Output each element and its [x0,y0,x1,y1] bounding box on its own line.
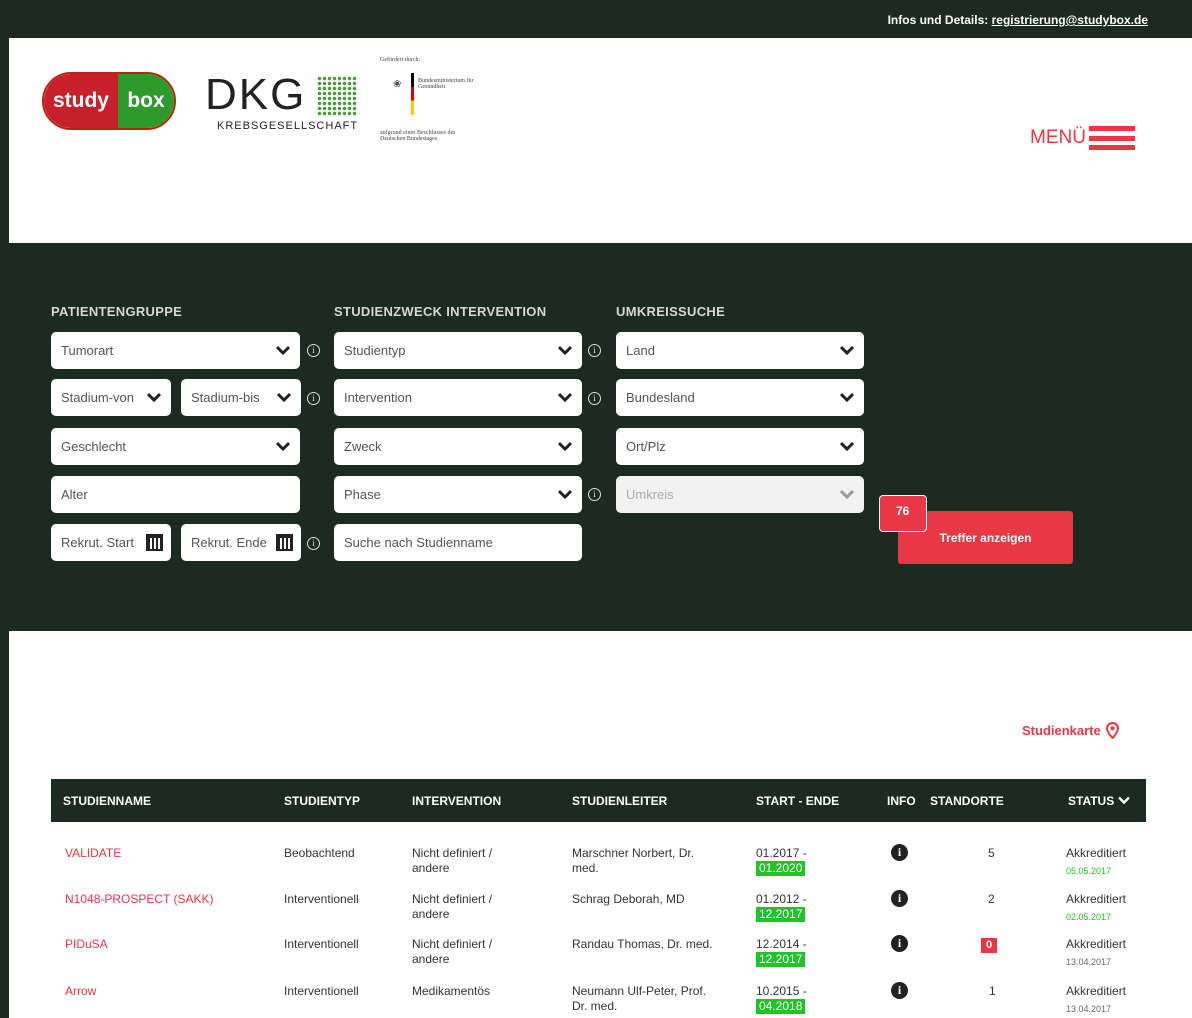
umkreis-select[interactable]: Umkreis [616,476,864,513]
land-select[interactable]: Land [616,332,864,369]
info-icon[interactable]: i [307,537,320,550]
calendar-icon[interactable] [276,534,293,551]
study-name-link[interactable]: N1048-PROSPECT (SAKK) [65,892,214,907]
dkg-dots-icon [317,76,357,116]
table-row: VALIDATE Beobachtend Nicht definiert / an… [65,844,1127,876]
info-icon[interactable]: i [307,392,320,405]
chevron-down-icon [276,345,290,356]
col-header-name[interactable]: STUDIENNAME [63,794,151,808]
header [9,38,1192,243]
studybox-logo[interactable]: study box [42,72,176,130]
zweck-select[interactable]: Zweck [334,428,582,465]
col-header-leiter[interactable]: STUDIENLEITER [572,794,667,808]
col-header-typ[interactable]: STUDIENTYP [284,794,360,808]
menu-button[interactable]: MENÜ [1030,126,1135,150]
col-header-status[interactable]: STATUS [1068,794,1130,808]
info-icon[interactable]: i [588,488,601,501]
ort-plz-select[interactable]: Ort/Plz [616,428,864,465]
chevron-down-icon [1117,796,1130,805]
chevron-down-icon [840,441,854,452]
group-title-patientengruppe: PATIENTENGRUPPE [51,304,183,319]
table-row: Arrow Interventionell Medikamentös Neuma… [65,982,1127,1014]
info-icon[interactable]: i [588,344,601,357]
chevron-down-icon [840,392,854,403]
chevron-down-icon [277,392,291,403]
bundesland-select[interactable]: Bundesland [616,379,864,416]
stadium-bis-select[interactable]: Stadium-bis [181,379,301,416]
info-icon[interactable]: i [891,844,908,861]
tumorart-select[interactable]: Tumorart [51,332,300,369]
top-bar: Infos und Details: registrierung@studybo… [0,0,1192,38]
studienname-search-input[interactable]: Suche nach Studienname [334,524,582,561]
filter-panel: PATIENTENGRUPPE STUDIENZWECK INTERVENTIO… [9,243,1192,631]
study-name-link[interactable]: PIDuSA [65,937,108,952]
table-row: N1048-PROSPECT (SAKK) Interventionell Ni… [65,890,1127,922]
results-table-header: STUDIENNAME STUDIENTYP INTERVENTION STUD… [51,779,1146,822]
info-icon[interactable]: i [588,392,601,405]
info-icon[interactable]: i [307,344,320,357]
email-link[interactable]: registrierung@studybox.de [992,13,1148,27]
studientyp-select[interactable]: Studientyp [334,332,582,369]
result-count-badge: 76 [879,495,927,532]
phase-select[interactable]: Phase [334,476,582,513]
hamburger-icon [1088,126,1135,150]
table-row: PIDuSA Interventionell Nicht definiert /… [65,935,1127,967]
chevron-down-icon [840,345,854,356]
col-header-intervention[interactable]: INTERVENTION [412,794,501,808]
studienkarte-link[interactable]: Studienkarte [1022,722,1119,739]
geschlecht-select[interactable]: Geschlecht [51,428,300,465]
eagle-icon: ❀ [393,79,402,90]
rekrut-ende-input[interactable]: Rekrut. Ende [181,524,301,561]
study-name-link[interactable]: VALIDATE [65,846,121,861]
info-icon[interactable]: i [891,982,908,999]
chevron-down-icon [558,345,572,356]
alter-input[interactable]: Alter [51,476,300,513]
dkg-logo[interactable]: DKG KREBSGESELLSCHAFT [205,70,365,140]
col-header-info: INFO [887,794,916,808]
study-name-link[interactable]: Arrow [65,984,96,999]
chevron-down-icon [276,441,290,452]
col-header-dates[interactable]: START - ENDE [756,794,839,808]
calendar-icon[interactable] [146,534,163,551]
col-header-standorte[interactable]: STANDORTE [930,794,1004,808]
group-title-umkreissuche: UMKREISSUCHE [616,304,726,319]
bmg-logo: Gefördert durch: ❀ Bundesministerium für… [380,57,474,142]
german-flag-icon [411,73,414,115]
contact-info: Infos und Details: registrierung@studybo… [887,13,1148,27]
chevron-down-icon [558,441,572,452]
chevron-down-icon [840,489,854,500]
info-icon[interactable]: i [891,890,908,907]
stadium-von-select[interactable]: Stadium-von [51,379,171,416]
chevron-down-icon [558,489,572,500]
chevron-down-icon [558,392,572,403]
map-pin-icon [1105,722,1119,739]
info-icon[interactable]: i [891,935,908,952]
intervention-select[interactable]: Intervention [334,379,582,416]
rekrut-start-input[interactable]: Rekrut. Start [51,524,171,561]
chevron-down-icon [147,392,161,403]
standorte-zero-badge: 0 [981,938,998,953]
group-title-studienzweck: STUDIENZWECK INTERVENTION [334,304,547,319]
